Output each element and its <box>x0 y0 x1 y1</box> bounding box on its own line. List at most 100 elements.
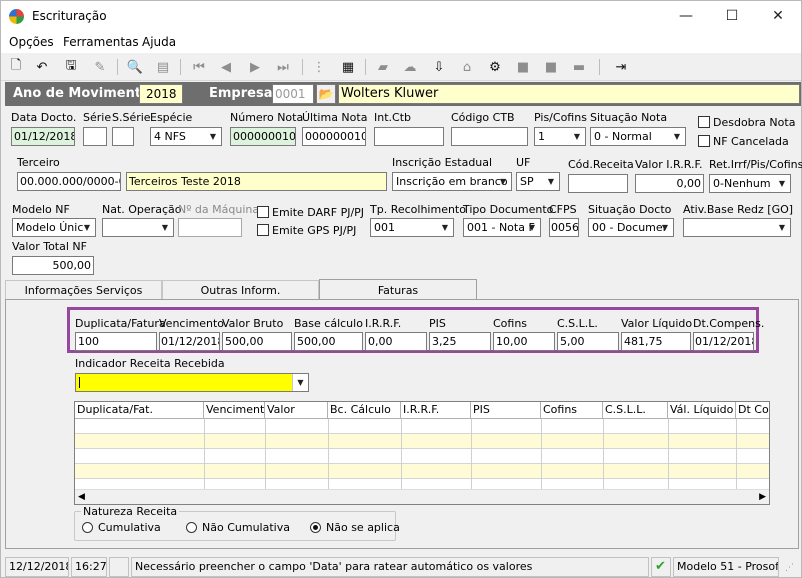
chevron-down-icon[interactable]: ▼ <box>524 219 540 236</box>
grid-header-valor[interactable]: Valor <box>265 402 328 419</box>
save-icon[interactable]: 🖫 <box>61 58 81 76</box>
chevron-down-icon[interactable]: ▼ <box>669 128 685 145</box>
first-record-icon[interactable]: ⏮ <box>189 58 209 76</box>
cofins-field[interactable]: 10,00 <box>493 332 555 351</box>
folder-icon[interactable]: ▰ <box>373 58 393 76</box>
uf-select[interactable]: SP ▼ <box>516 172 560 191</box>
situacao-nota-select[interactable]: 0 - Normal ▼ <box>590 127 686 146</box>
grid-header-dt-com[interactable]: Dt Com <box>736 402 769 419</box>
chevron-down-icon[interactable]: ▼ <box>292 374 308 391</box>
radio-nao-cumulativa[interactable] <box>186 522 197 533</box>
import-icon[interactable]: ⇩ <box>429 58 449 76</box>
duplicata-field[interactable]: 100 <box>75 332 157 351</box>
edit-icon[interactable]: ✎ <box>90 58 110 76</box>
irrf-field[interactable]: 0,00 <box>365 332 427 351</box>
data-docto-field[interactable]: 01/12/2018 <box>11 127 75 146</box>
cloud-icon[interactable]: ☁ <box>400 58 420 76</box>
terceiro-code-field[interactable]: 00.000.000/0000-00 <box>17 172 121 191</box>
menu-ferramentas[interactable]: Ferramentas <box>63 35 139 49</box>
ano-field[interactable]: 2018 <box>139 84 183 104</box>
serie-field[interactable] <box>83 127 107 146</box>
nat-operacao-select[interactable]: ▼ <box>102 218 174 237</box>
especie-select[interactable]: 4 NFS ▼ <box>150 127 222 146</box>
close-button[interactable]: ✕ <box>755 1 801 31</box>
indicador-select[interactable]: ▼ <box>75 373 309 392</box>
valor-bruto-field[interactable]: 500,00 <box>222 332 292 351</box>
horizontal-scrollbar[interactable]: ◀ ▶ <box>75 489 769 504</box>
table-row[interactable] <box>75 464 769 479</box>
chevron-down-icon[interactable]: ▼ <box>437 219 453 236</box>
chevron-down-icon[interactable]: ▼ <box>774 175 790 192</box>
int-ctb-field[interactable] <box>374 127 444 146</box>
next-record-icon[interactable]: ▶ <box>245 58 265 76</box>
inscricao-select[interactable]: Inscrição em branco ▼ <box>392 172 512 191</box>
chevron-down-icon[interactable]: ▼ <box>495 173 511 190</box>
valor-total-field[interactable]: 500,00 <box>12 256 94 275</box>
square-icon[interactable]: ■ <box>541 58 561 76</box>
print-preview-icon[interactable]: 🔍 <box>125 58 145 76</box>
chevron-down-icon[interactable]: ▼ <box>657 219 673 236</box>
tab-faturas[interactable]: Faturas <box>319 279 477 300</box>
dt-compens-field[interactable]: 01/12/2018 <box>693 332 754 351</box>
chevron-down-icon[interactable]: ▼ <box>79 219 95 236</box>
tab-outras-inform[interactable]: Outras Inform. <box>162 280 319 300</box>
desdobra-nota-checkbox[interactable] <box>698 116 710 128</box>
table-row[interactable] <box>75 434 769 449</box>
grid-header-cofins[interactable]: Cofins <box>541 402 603 419</box>
n-maquina-field[interactable] <box>178 218 242 237</box>
table-row[interactable] <box>75 419 769 434</box>
undo-icon[interactable]: ↶ <box>32 58 52 76</box>
valor-liquido-field[interactable]: 481,75 <box>621 332 691 351</box>
empresa-code-field[interactable]: 0001 <box>272 84 314 104</box>
menu-opcoes[interactable]: Opções <box>9 35 54 49</box>
emite-gps-checkbox[interactable] <box>257 224 269 236</box>
pis-field[interactable]: 3,25 <box>429 332 491 351</box>
calculator-icon[interactable]: ▦ <box>338 58 358 76</box>
grid-header-vencimento[interactable]: Vencimento <box>204 402 265 419</box>
valor-irrf-field[interactable]: 0,00 <box>635 174 704 193</box>
grid-header-irrf[interactable]: I.R.R.F. <box>401 402 471 419</box>
chevron-down-icon[interactable]: ▼ <box>543 173 559 190</box>
open-folder-icon[interactable]: 📂 <box>316 84 336 104</box>
menu-ajuda[interactable]: Ajuda <box>142 35 176 49</box>
grid-header-csll[interactable]: C.S.L.L. <box>603 402 668 419</box>
ret-irrf-select[interactable]: 0-Nenhum ▼ <box>709 174 791 193</box>
numero-nota-field[interactable]: 0000000100 <box>230 127 296 146</box>
minimize-button[interactable]: — <box>663 1 709 31</box>
tp-recolhimento-select[interactable]: 001 ▼ <box>370 218 454 237</box>
codigo-ctb-field[interactable] <box>451 127 528 146</box>
previous-record-icon[interactable]: ◀ <box>216 58 236 76</box>
tab-informacoes-servicos[interactable]: Informações Serviços <box>5 280 162 300</box>
nfs-icon[interactable]: ▤ <box>153 58 173 76</box>
tipo-documento-select[interactable]: 001 - Nota F ▼ <box>463 218 541 237</box>
radio-nao-se-aplica[interactable] <box>310 522 321 533</box>
cod-receita-field[interactable] <box>568 174 628 193</box>
vencimento-field[interactable]: 01/12/2018 <box>159 332 220 351</box>
situacao-docto-select[interactable]: 00 - Documer ▼ <box>588 218 674 237</box>
grid-header-duplicata[interactable]: Duplicata/Fat. <box>75 402 204 419</box>
chevron-down-icon[interactable]: ▼ <box>205 128 221 145</box>
modelo-nf-select[interactable]: Modelo Únic ▼ <box>12 218 96 237</box>
block-icon[interactable]: ■ <box>513 58 533 76</box>
grid-header-bc-calculo[interactable]: Bc. Cálculo <box>328 402 401 419</box>
chevron-down-icon[interactable]: ▼ <box>157 219 173 236</box>
minus-icon[interactable]: ▬ <box>569 58 589 76</box>
chevron-down-icon[interactable]: ▼ <box>774 219 790 236</box>
base-calculo-field[interactable]: 500,00 <box>294 332 363 351</box>
resize-grip-icon[interactable]: ⋰ <box>785 563 794 573</box>
home-icon[interactable]: ⌂ <box>457 58 477 76</box>
ativ-base-select[interactable]: ▼ <box>683 218 791 237</box>
csll-field[interactable]: 5,00 <box>557 332 619 351</box>
last-record-icon[interactable]: ⏭ <box>273 58 293 76</box>
sserie-field[interactable] <box>112 127 134 146</box>
grid-header-valor-liquido[interactable]: Vál. Líquido <box>668 402 736 419</box>
radio-cumulativa[interactable] <box>82 522 93 533</box>
scroll-right-icon[interactable]: ▶ <box>759 492 766 502</box>
table-row[interactable] <box>75 449 769 464</box>
grid-header-pis[interactable]: PIS <box>471 402 541 419</box>
scroll-left-icon[interactable]: ◀ <box>78 492 85 502</box>
cfps-field[interactable]: 0056 <box>549 218 579 237</box>
maximize-button[interactable]: ☐ <box>709 1 755 31</box>
cib-icon[interactable]: ⚙ <box>485 58 505 76</box>
tree-icon[interactable]: ⋮ <box>309 58 329 76</box>
